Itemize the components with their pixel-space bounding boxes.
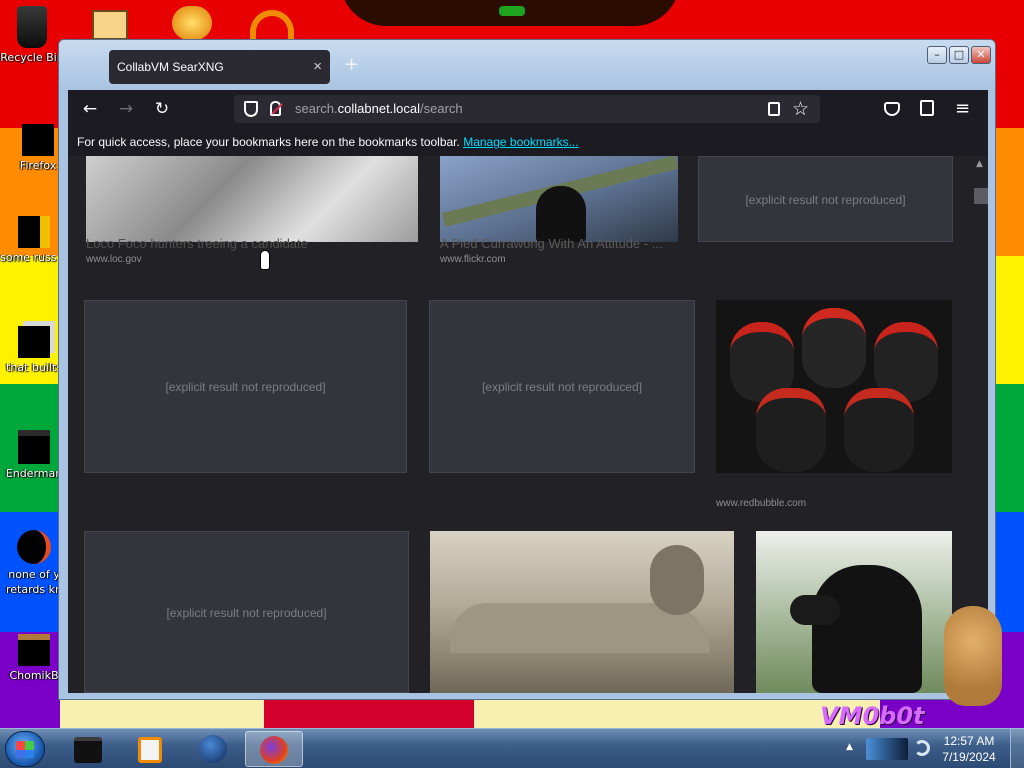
url-domain: collabnet.local — [337, 101, 421, 116]
desktop-icon-label: Recycle Bin — [0, 51, 64, 64]
tab-close-button[interactable]: × — [313, 50, 322, 84]
search-results-area: Loco Foco hunters treeing a candidate ww… — [68, 156, 988, 693]
thumbnail-dog-snout — [790, 595, 840, 625]
taskbar-app-media-player[interactable] — [120, 731, 178, 767]
reload-button[interactable]: ↻ — [151, 98, 173, 120]
clock-time: 12:57 AM — [943, 734, 995, 748]
thumbnail-tree — [650, 545, 704, 615]
document-stack-icon — [18, 326, 50, 358]
result-thumbnail[interactable]: [explicit result not reproduced] — [84, 531, 409, 693]
close-window-button[interactable]: ✕ — [971, 46, 991, 64]
bookmark-star-icon[interactable]: ☆ — [792, 96, 809, 122]
windows-logo-icon — [16, 741, 34, 758]
tab-searxng[interactable]: CollabVM SearXNG × — [109, 50, 330, 84]
hamster-sticker — [944, 606, 1002, 706]
media-player-icon — [138, 737, 162, 763]
scrollbar-thumb[interactable] — [974, 188, 988, 204]
clock-date: 7/19/2024 — [942, 750, 996, 764]
image-result-withheld[interactable]: [explicit result not reproduced] — [84, 300, 407, 514]
terminal-icon — [74, 737, 102, 763]
url-prefix: search. — [295, 101, 338, 116]
globe-icon — [199, 735, 227, 763]
url-path: /search — [420, 101, 463, 116]
result-thumbnail[interactable]: [explicit result not reproduced] — [84, 300, 407, 473]
result-thumbnail[interactable] — [716, 300, 952, 473]
result-source: www.flickr.com — [440, 254, 506, 265]
firefox-window: CollabVM SearXNG × + – □ ✕ ← → ↻ search.… — [58, 39, 996, 700]
manage-bookmarks-link[interactable]: Manage bookmarks... — [463, 135, 578, 149]
start-button[interactable] — [5, 731, 45, 767]
wallpaper-green-mark — [499, 6, 525, 16]
result-thumbnail[interactable]: [explicit result not reproduced] — [698, 156, 953, 242]
pocket-icon[interactable] — [884, 102, 900, 116]
document-icon — [18, 216, 50, 248]
desktop-icon-partial-top-2[interactable] — [172, 6, 212, 40]
result-source: www.redbubble.com — [716, 498, 807, 509]
result-thumbnail[interactable] — [430, 531, 734, 693]
new-tab-button[interactable]: + — [344, 54, 359, 75]
browser-shortcut-icon — [17, 530, 51, 564]
forward-button[interactable]: → — [115, 98, 137, 120]
extensions-icon[interactable] — [920, 100, 934, 116]
navigation-toolbar: ← → ↻ search.collabnet.local/search ☆ ≡ — [68, 90, 988, 128]
window-controls: – □ ✕ — [927, 46, 991, 64]
mouse-cursor-hand-icon — [260, 250, 270, 270]
image-result-withheld[interactable]: [explicit result not reproduced] — [429, 300, 695, 514]
thumbnail-bird — [536, 186, 586, 242]
menu-hamburger-icon[interactable]: ≡ — [955, 96, 970, 122]
network-tray-icon[interactable] — [866, 738, 908, 760]
volume-tray-icon[interactable] — [914, 740, 930, 756]
result-thumbnail[interactable] — [756, 531, 952, 693]
back-button[interactable]: ← — [79, 98, 101, 120]
withheld-placeholder: [explicit result not reproduced] — [84, 300, 407, 473]
scroll-up-arrow-icon[interactable]: ▲ — [976, 159, 983, 169]
show-desktop-button[interactable] — [1010, 729, 1024, 768]
wallpaper-vm-text: VM0b0t — [820, 702, 925, 730]
maximize-button[interactable]: □ — [949, 46, 969, 64]
image-result[interactable]: A Pied Currawong With An Attitude - ... … — [440, 156, 678, 276]
taskbar-clock[interactable]: 12:57 AM 7/19/2024 — [938, 733, 1000, 765]
firefox-icon — [260, 736, 288, 764]
result-thumbnail[interactable] — [86, 156, 418, 242]
shield-icon[interactable] — [244, 101, 258, 117]
result-thumbnail[interactable] — [440, 156, 678, 242]
bookmarks-hint-text: For quick access, place your bookmarks h… — [77, 135, 460, 149]
desktop-icon-partial-top[interactable] — [92, 10, 128, 40]
application-icon — [18, 430, 50, 464]
bookmarks-toolbar: For quick access, place your bookmarks h… — [68, 128, 988, 156]
image-result-withheld[interactable]: [explicit result not reproduced] — [84, 531, 409, 693]
desktop-icon-recycle-bin[interactable]: Recycle Bin — [0, 6, 66, 65]
wallpaper-cartoon-red — [264, 700, 474, 730]
address-bar[interactable]: search.collabnet.local/search ☆ — [234, 95, 820, 123]
result-title[interactable]: Loco Foco hunters treeing a candidate — [86, 236, 418, 251]
image-result[interactable] — [430, 531, 734, 693]
url-text[interactable]: search.collabnet.local/search — [295, 95, 463, 123]
tab-title: CollabVM SearXNG — [117, 60, 224, 74]
tray-expand-arrow-icon[interactable]: ▲ — [846, 742, 853, 752]
thumbnail-rooster — [844, 388, 914, 472]
taskbar-app-firefox[interactable] — [245, 731, 303, 767]
withheld-placeholder: [explicit result not reproduced] — [84, 531, 409, 693]
thumbnail-rooster — [802, 308, 866, 388]
thumbnail-dog — [812, 565, 922, 693]
reader-view-icon[interactable] — [768, 102, 780, 116]
image-result[interactable]: www.redbubble.com — [716, 300, 952, 514]
taskbar-app-internet[interactable] — [183, 731, 241, 767]
image-result-withheld[interactable]: [explicit result not reproduced] — [698, 156, 953, 276]
firefox-icon — [22, 124, 54, 156]
window-titlebar[interactable]: CollabVM SearXNG × + – □ ✕ — [59, 40, 995, 90]
thumbnail-rooster — [756, 388, 826, 472]
recycle-bin-icon — [17, 6, 47, 48]
taskbar-app-terminal[interactable] — [58, 731, 116, 767]
result-thumbnail[interactable]: [explicit result not reproduced] — [429, 300, 695, 473]
hamster-icon — [18, 634, 50, 666]
image-result[interactable] — [756, 531, 952, 693]
result-source: www.loc.gov — [86, 254, 142, 265]
image-result[interactable]: Loco Foco hunters treeing a candidate ww… — [86, 156, 418, 276]
minimize-button[interactable]: – — [927, 46, 947, 64]
result-title[interactable]: A Pied Currawong With An Attitude - ... — [440, 236, 678, 251]
withheld-placeholder: [explicit result not reproduced] — [698, 156, 953, 242]
taskbar: ▲ 12:57 AM 7/19/2024 — [0, 728, 1024, 768]
withheld-placeholder: [explicit result not reproduced] — [429, 300, 695, 473]
